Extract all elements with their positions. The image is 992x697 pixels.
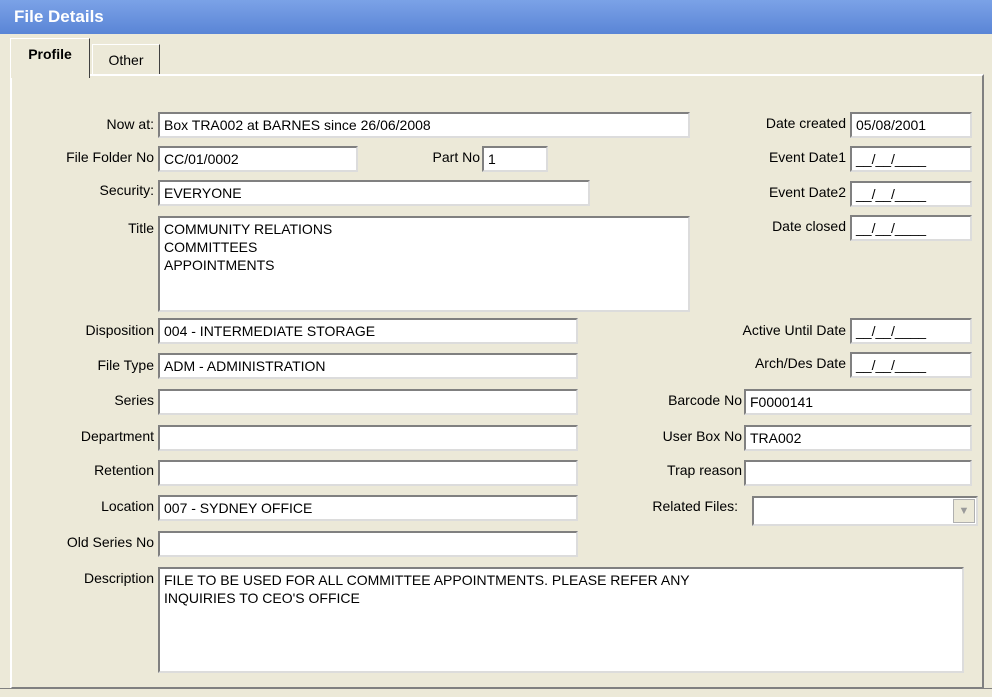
user-box-no-label: User Box No — [662, 428, 742, 444]
barcode-no-label: Barcode No — [668, 392, 742, 408]
event-date1-field[interactable]: __/__/____ — [850, 146, 972, 172]
trap-reason-field[interactable] — [744, 460, 972, 486]
event-date2-label: Event Date2 — [768, 184, 846, 200]
now-at-label: Now at: — [106, 116, 154, 132]
disposition-label: Disposition — [85, 322, 154, 338]
active-until-date-field[interactable]: __/__/____ — [850, 318, 972, 344]
series-field[interactable] — [158, 389, 578, 415]
date-closed-label: Date closed — [772, 218, 846, 234]
barcode-no-field[interactable]: F0000141 — [744, 389, 972, 415]
retention-field[interactable] — [158, 460, 578, 486]
user-box-no-field[interactable]: TRA002 — [744, 425, 972, 451]
now-at-field[interactable]: Box TRA002 at BARNES since 26/06/2008 — [158, 112, 690, 138]
disposition-field[interactable]: 004 - INTERMEDIATE STORAGE — [158, 318, 578, 344]
department-field[interactable] — [158, 425, 578, 451]
event-date2-field[interactable]: __/__/____ — [850, 181, 972, 207]
related-files-select[interactable]: ▼ — [752, 496, 978, 526]
arch-des-date-field[interactable]: __/__/____ — [850, 352, 972, 378]
file-type-field[interactable]: ADM - ADMINISTRATION — [158, 353, 578, 379]
event-date1-label: Event Date1 — [768, 149, 846, 165]
department-label: Department — [80, 428, 154, 444]
description-label: Description — [83, 570, 154, 586]
file-type-label: File Type — [97, 357, 154, 373]
old-series-no-field[interactable] — [158, 531, 578, 557]
security-field[interactable]: EVERYONE — [158, 180, 590, 206]
active-until-date-label: Active Until Date — [742, 322, 846, 338]
title-label: Title — [128, 220, 154, 236]
window-title: File Details — [0, 0, 992, 34]
location-label: Location — [101, 498, 154, 514]
retention-label: Retention — [94, 462, 154, 478]
part-no-field[interactable]: 1 — [482, 146, 548, 172]
location-field[interactable]: 007 - SYDNEY OFFICE — [158, 495, 578, 521]
tab-other[interactable]: Other — [92, 44, 160, 76]
title-textarea[interactable]: COMMUNITY RELATIONS COMMITTEES APPOINTME… — [158, 216, 690, 312]
date-created-field[interactable]: 05/08/2001 — [850, 112, 972, 138]
date-created-label: Date created — [765, 115, 846, 131]
file-folder-no-label: File Folder No — [66, 149, 154, 165]
security-label: Security: — [99, 182, 154, 198]
description-textarea[interactable]: FILE TO BE USED FOR ALL COMMITTEE APPOIN… — [158, 567, 964, 673]
related-files-label: Related Files: — [652, 498, 738, 514]
date-closed-field[interactable]: __/__/____ — [850, 215, 972, 241]
arch-des-date-label: Arch/Des Date — [754, 355, 846, 371]
part-no-label: Part No — [432, 149, 480, 165]
trap-reason-label: Trap reason — [667, 462, 742, 478]
tab-profile[interactable]: Profile — [10, 38, 90, 78]
tab-strip: Profile Other — [0, 34, 992, 78]
old-series-no-label: Old Series No — [66, 534, 154, 550]
file-folder-no-field[interactable]: CC/01/0002 — [158, 146, 358, 172]
series-label: Series — [114, 392, 154, 408]
chevron-down-icon[interactable]: ▼ — [953, 499, 975, 523]
